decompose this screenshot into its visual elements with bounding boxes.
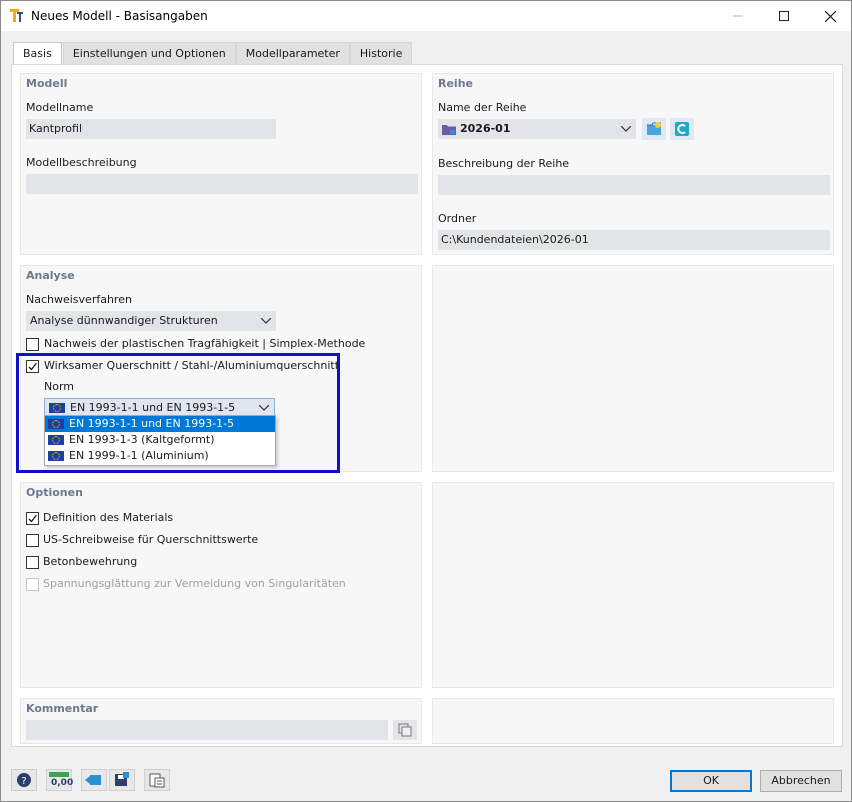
tab-bar: Basis Einstellungen und Optionen Modellp… bbox=[13, 42, 413, 65]
window-title: Neues Modell - Basisangaben bbox=[31, 9, 208, 23]
plastic-label: Nachweis der plastischen Tragfähigkeit |… bbox=[44, 337, 366, 350]
nachweisverfahren-label: Nachweisverfahren bbox=[26, 293, 132, 306]
optionen-right-panel bbox=[432, 482, 834, 688]
minimize-button[interactable] bbox=[715, 1, 761, 31]
stress-smoothing-checkbox bbox=[26, 578, 39, 591]
ok-button[interactable]: OK bbox=[670, 770, 752, 792]
kommentar-title: Kommentar bbox=[26, 702, 99, 715]
nachweisverfahren-select[interactable]: Analyse dünnwandiger Strukturen bbox=[26, 311, 276, 331]
help-button[interactable]: ? bbox=[11, 769, 37, 791]
modellname-label: Modellname bbox=[26, 101, 94, 114]
ordner-field: C:\Kundendateien\2026-01 bbox=[438, 230, 830, 250]
modellbeschreibung-label: Modellbeschreibung bbox=[26, 156, 137, 169]
kommentar-panel: Kommentar bbox=[20, 698, 422, 744]
tab-einstellungen[interactable]: Einstellungen und Optionen bbox=[62, 42, 236, 64]
modellname-input[interactable]: Kantprofil bbox=[26, 119, 276, 139]
cancel-button[interactable]: Abbrechen bbox=[760, 770, 842, 792]
maximize-button[interactable] bbox=[761, 1, 807, 31]
kommentar-copy-button[interactable] bbox=[393, 720, 417, 740]
checkmark-icon bbox=[28, 514, 38, 523]
new-series-button[interactable] bbox=[642, 118, 666, 140]
highlight-frame bbox=[16, 353, 340, 473]
reihe-name-label: Name der Reihe bbox=[438, 101, 527, 114]
analyse-title: Analyse bbox=[26, 269, 75, 282]
tab-historie[interactable]: Historie bbox=[349, 42, 413, 64]
tab-modellparameter[interactable]: Modellparameter bbox=[235, 42, 350, 64]
kommentar-right-panel bbox=[432, 698, 834, 744]
minimize-icon bbox=[733, 15, 743, 17]
save-icon bbox=[115, 772, 129, 786]
import-button[interactable] bbox=[81, 769, 107, 791]
units-button[interactable]: 0,00 bbox=[46, 769, 74, 791]
modell-title: Modell bbox=[26, 77, 68, 90]
optionen-title: Optionen bbox=[26, 486, 83, 499]
us-notation-label: US-Schreibweise für Querschnittswerte bbox=[43, 533, 259, 546]
tab-basis[interactable]: Basis bbox=[13, 42, 62, 65]
save-button[interactable] bbox=[109, 769, 135, 791]
stress-smoothing-label: Spannungsglättung zur Vermeidung von Sin… bbox=[43, 577, 346, 590]
analyse-right-panel bbox=[432, 265, 834, 472]
modellbeschreibung-input[interactable] bbox=[26, 174, 418, 194]
close-window-button[interactable] bbox=[807, 1, 852, 31]
reinforcement-label: Betonbewehrung bbox=[43, 555, 138, 568]
app-icon bbox=[10, 9, 23, 22]
reihe-panel: Reihe Name der Reihe 2026-01 Beschreibun… bbox=[432, 73, 834, 255]
export-button[interactable] bbox=[144, 769, 170, 791]
chevron-down-icon bbox=[621, 119, 631, 139]
reihe-name-select[interactable]: 2026-01 bbox=[438, 119, 636, 139]
import-icon bbox=[85, 775, 101, 785]
svg-text:?: ? bbox=[21, 776, 26, 787]
units-icon-text: 0,00 bbox=[51, 778, 74, 788]
series-settings-button[interactable] bbox=[670, 118, 694, 140]
reinforcement-checkbox[interactable] bbox=[26, 556, 39, 569]
us-notation-checkbox[interactable] bbox=[26, 534, 39, 547]
folder-icon bbox=[442, 125, 456, 135]
nachweisverfahren-value: Analyse dünnwandiger Strukturen bbox=[30, 314, 218, 327]
material-label: Definition des Materials bbox=[43, 511, 174, 524]
title-bar: Neues Modell - Basisangaben bbox=[1, 1, 851, 31]
kommentar-input[interactable] bbox=[26, 720, 388, 740]
modell-panel: Modell Modellname Kantprofil Modellbesch… bbox=[20, 73, 422, 255]
close-icon bbox=[824, 10, 836, 22]
help-icon: ? bbox=[17, 773, 31, 787]
chevron-down-icon bbox=[261, 311, 271, 331]
reihe-desc-input[interactable] bbox=[438, 175, 830, 195]
plastic-checkbox[interactable] bbox=[26, 338, 39, 351]
reihe-title: Reihe bbox=[438, 77, 473, 90]
copy-icon bbox=[398, 723, 412, 737]
series-settings-icon bbox=[675, 122, 689, 136]
dialog-window: Neues Modell - Basisangaben Basis Einste… bbox=[0, 0, 852, 802]
reihe-name-value: 2026-01 bbox=[460, 122, 511, 135]
export-icon bbox=[149, 773, 165, 788]
reihe-desc-label: Beschreibung der Reihe bbox=[438, 157, 570, 170]
new-series-icon bbox=[647, 122, 661, 135]
material-checkbox[interactable] bbox=[26, 512, 39, 525]
ordner-label: Ordner bbox=[438, 212, 477, 225]
maximize-icon bbox=[779, 11, 789, 21]
